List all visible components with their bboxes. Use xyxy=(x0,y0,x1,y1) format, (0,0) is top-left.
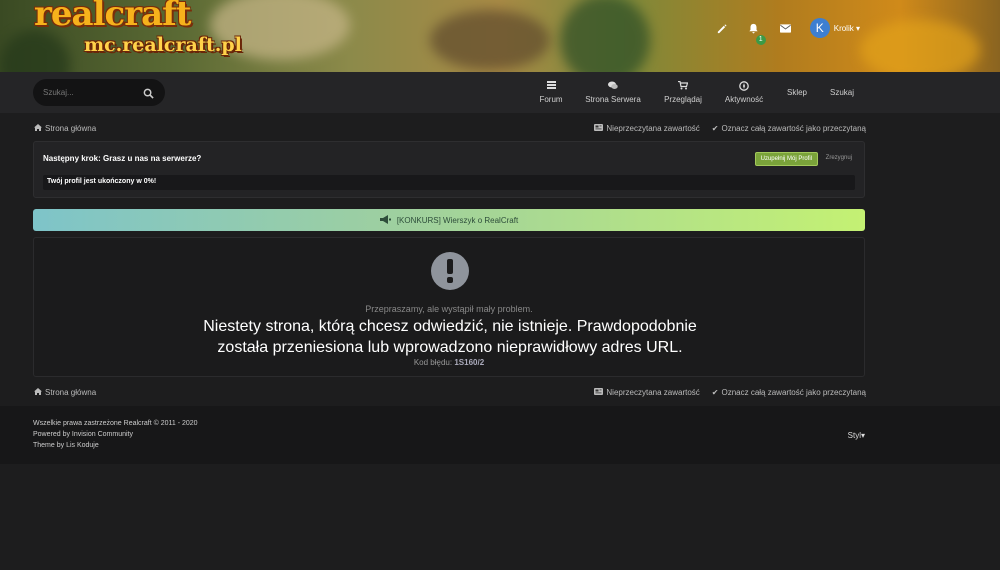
compass-icon xyxy=(722,81,766,92)
unread-content-link[interactable]: Nieprzeczytana zawartość xyxy=(594,388,700,397)
mark-read-link[interactable]: ✔ Oznacz całą zawartość jako przeczytaną xyxy=(712,124,866,133)
footer-theme-credit[interactable]: Theme by Lis Koduje xyxy=(33,442,99,449)
footer-powered-by[interactable]: Powered by Invision Community xyxy=(33,431,133,438)
complete-profile-button[interactable]: Uzupełnij Mój Profil xyxy=(754,152,818,166)
profile-progress-bar: Twój profil jest ukończony w 0%! xyxy=(43,175,855,190)
next-step-panel: Następny krok: Grasz u nas na serwerze? … xyxy=(33,141,865,198)
nav-sklep[interactable]: Sklep xyxy=(784,88,810,97)
cart-icon xyxy=(662,80,704,92)
comments-icon xyxy=(584,81,642,92)
mark-read-label: Oznacz całą zawartość jako przeczytaną xyxy=(721,124,866,133)
breadcrumb[interactable]: Strona główna xyxy=(34,124,96,133)
nav-label: Szukaj xyxy=(829,88,854,97)
nav-strona-serwera[interactable]: Strona Serwera xyxy=(584,81,642,104)
announcement-bar[interactable]: [KONKURS] Wierszyk o RealCraft xyxy=(33,209,865,231)
bell-icon[interactable]: 1 xyxy=(740,14,768,45)
nav-label: Forum xyxy=(539,95,563,104)
search-icon[interactable] xyxy=(143,86,155,99)
username: Krolik xyxy=(833,23,854,33)
error-code-line: Kod błędu: 1S160/2 xyxy=(34,358,864,367)
check-icon: ✔ xyxy=(711,388,719,397)
search-box xyxy=(33,79,165,106)
page-bottom xyxy=(0,464,1000,570)
megaphone-icon xyxy=(379,214,391,226)
caret-down-icon: ▾ xyxy=(860,431,865,440)
home-icon xyxy=(34,388,42,397)
pencil-icon[interactable] xyxy=(708,14,736,42)
announcement-text: [KONKURS] Wierszyk o RealCraft xyxy=(396,215,519,225)
footer-copyright: Wszelkie prawa zastrzeżone Realcraft © 2… xyxy=(33,420,198,427)
nav-label: Przeglądaj xyxy=(664,95,702,104)
breadcrumb-actions: Nieprzeczytana zawartość ✔ Oznacz całą z… xyxy=(594,124,866,133)
user-menu[interactable]: Krolik ▾ xyxy=(834,24,860,33)
breadcrumb-actions-bottom: Nieprzeczytana zawartość ✔ Oznacz całą z… xyxy=(594,388,866,397)
envelope-icon[interactable] xyxy=(772,14,800,42)
breadcrumb-home: Strona główna xyxy=(45,124,97,133)
style-selector[interactable]: Styl▾ xyxy=(848,431,865,440)
newspaper-icon xyxy=(594,388,604,397)
logo-domain: mc.realcraft.pl xyxy=(84,34,242,56)
nav-szukaj[interactable]: Szukaj xyxy=(828,88,856,97)
error-code: 1S160/2 xyxy=(454,358,485,367)
mark-read-link[interactable]: ✔ Oznacz całą zawartość jako przeczytaną xyxy=(712,388,866,397)
list-icon xyxy=(538,81,564,92)
unread-label: Nieprzeczytana zawartość xyxy=(606,124,700,133)
error-panel: Przepraszamy, ale wystąpił mały problem.… xyxy=(33,237,865,377)
logo-title: realcraft xyxy=(34,0,191,34)
error-message: Niestety strona, którą chcesz odwiedzić,… xyxy=(203,318,697,356)
site-logo[interactable]: realcraft mc.realcraft.pl xyxy=(34,0,242,66)
nav-label: Sklep xyxy=(786,88,807,97)
check-icon: ✔ xyxy=(711,124,719,133)
search-input[interactable] xyxy=(43,85,139,99)
nav-label: Aktywność xyxy=(724,95,764,104)
notification-badge: 1 xyxy=(755,35,766,45)
avatar[interactable]: K xyxy=(809,18,830,38)
nav-forum[interactable]: Forum xyxy=(538,81,564,104)
error-code-label: Kod błędu: xyxy=(413,358,453,367)
next-step-title: Następny krok: Grasz u nas na serwerze? xyxy=(43,154,202,163)
breadcrumb-bottom[interactable]: Strona główna xyxy=(34,388,96,397)
nav-label: Strona Serwera xyxy=(585,95,641,104)
main-nav: Forum Strona Serwera Przeglądaj Aktywnoś… xyxy=(0,72,1000,113)
nav-przegladaj[interactable]: Przeglądaj xyxy=(662,80,704,104)
user-bar: 1 K Krolik ▾ xyxy=(706,14,1000,45)
caret-down-icon: ▾ xyxy=(855,23,860,33)
style-label: Styl xyxy=(847,431,861,440)
unread-label: Nieprzeczytana zawartość xyxy=(606,388,700,397)
nav-aktywnosc[interactable]: Aktywność xyxy=(722,81,766,104)
footer: Wszelkie prawa zastrzeżone Realcraft © 2… xyxy=(0,406,1000,464)
unread-content-link[interactable]: Nieprzeczytana zawartość xyxy=(594,124,700,133)
profile-progress-text: Twój profil jest ukończony w 0%! xyxy=(47,178,157,185)
home-icon xyxy=(34,124,42,133)
error-subtitle: Przepraszamy, ale wystąpił mały problem. xyxy=(365,304,533,314)
exclamation-icon xyxy=(431,252,469,290)
dismiss-button[interactable]: Zrezygnuj xyxy=(826,155,852,161)
breadcrumb-home: Strona główna xyxy=(45,388,97,397)
mark-read-label: Oznacz całą zawartość jako przeczytaną xyxy=(721,388,866,397)
header-banner: realcraft mc.realcraft.pl 1 K Krolik ▾ xyxy=(0,0,1000,72)
newspaper-icon xyxy=(594,124,604,133)
